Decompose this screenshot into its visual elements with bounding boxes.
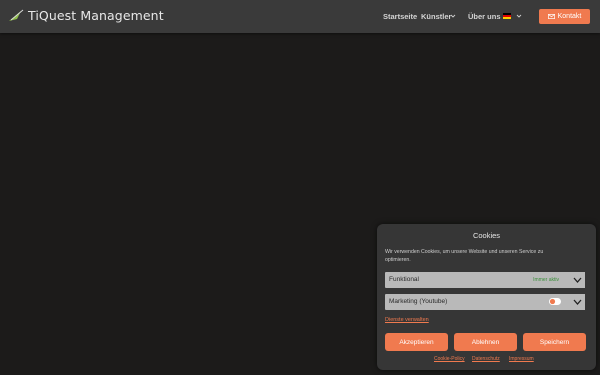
nav-item-kuenstler[interactable]: Künstler xyxy=(421,12,451,21)
manage-services-link[interactable]: Dienste verwalten xyxy=(385,317,429,323)
category-label: Marketing (Youtube) xyxy=(389,298,448,305)
chevron-down-icon[interactable] xyxy=(516,13,522,19)
chevron-down-icon[interactable] xyxy=(450,13,456,19)
chevron-down-icon[interactable] xyxy=(569,294,585,310)
toggle-switch[interactable] xyxy=(549,298,561,305)
german-flag-icon[interactable] xyxy=(503,13,511,19)
chevron-down-icon[interactable] xyxy=(569,272,585,288)
deny-button[interactable]: Ablehnen xyxy=(454,333,517,351)
cookie-category-marketing[interactable]: Marketing (Youtube) xyxy=(385,294,585,310)
cookie-banner: Cookies Wir verwenden Cookies, um unsere… xyxy=(377,224,596,370)
nav-item-startseite[interactable]: Startseite xyxy=(383,12,417,21)
cookie-category-functional[interactable]: Funktional Immer aktiv xyxy=(385,272,585,288)
cookie-description: Wir verwenden Cookies, um unsere Website… xyxy=(385,249,544,263)
mail-icon xyxy=(547,14,555,19)
save-button[interactable]: Speichern xyxy=(523,333,586,351)
cookie-title: Cookies xyxy=(472,231,501,240)
nav-item-ueber-uns[interactable]: Über uns xyxy=(468,12,501,21)
contact-button[interactable]: Kontakt xyxy=(539,9,590,24)
category-label: Funktional xyxy=(389,276,419,283)
imprint-link[interactable]: Impressum xyxy=(509,356,534,362)
contact-label: Kontakt xyxy=(557,13,582,20)
privacy-link[interactable]: Datenschutz xyxy=(472,356,500,362)
site-title[interactable]: TiQuest Management xyxy=(28,8,164,23)
accept-button[interactable]: Akzeptieren xyxy=(385,333,448,351)
site-header: TiQuest Management Startseite Künstler Ü… xyxy=(0,0,600,33)
category-status: Immer aktiv xyxy=(533,277,559,283)
cookie-policy-link[interactable]: Cookie-Policy xyxy=(434,356,465,362)
logo-icon[interactable] xyxy=(8,9,24,23)
